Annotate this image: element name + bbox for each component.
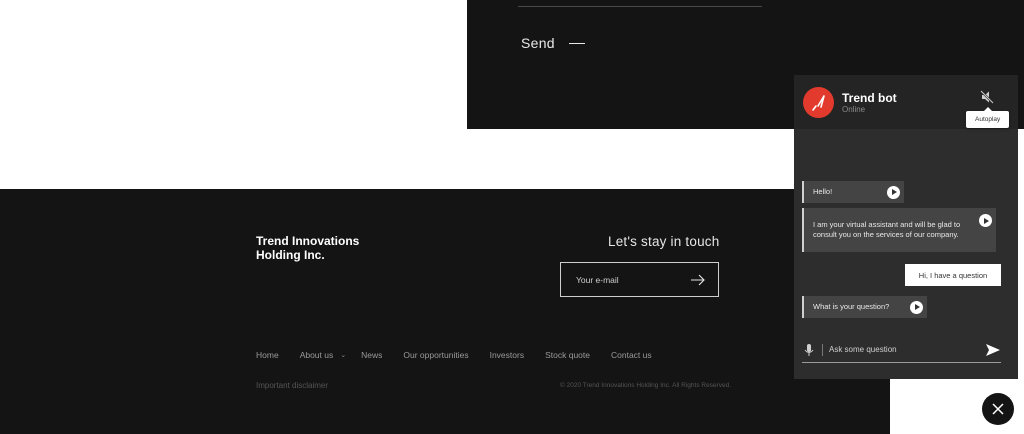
rocket-logo-icon — [811, 94, 825, 111]
bot-avatar — [803, 87, 834, 118]
email-field[interactable] — [576, 274, 676, 285]
chat-message-text: What is your question? — [813, 302, 890, 311]
footer-nav-label: Home — [256, 350, 279, 360]
chat-message-user: Hi, I have a question — [905, 264, 1001, 286]
close-icon — [992, 403, 1004, 415]
footer-nav-label: Contact us — [610, 350, 652, 360]
send-button[interactable]: Send — [521, 35, 585, 51]
footer-nav-label: News — [361, 350, 383, 360]
footer-nav-label: Investors — [489, 350, 525, 360]
autoplay-tooltip: Autoplay — [966, 107, 1010, 128]
chevron-down-icon: ⌄ — [340, 352, 347, 359]
footer-nav-label: Our opportunities — [403, 350, 469, 360]
footer-brand-logo[interactable]: Trend Innovations Holding Inc. — [256, 234, 396, 262]
mute-icon[interactable] — [979, 89, 995, 105]
newsletter-title: Let's stay in touch — [608, 234, 720, 249]
footer-nav-about[interactable]: About us ⌄ — [299, 350, 346, 360]
chat-message-bot: I am your virtual assistant and will be … — [802, 208, 996, 252]
chat-message-bot: Hello! — [802, 181, 904, 203]
chat-message-input[interactable] — [829, 345, 985, 354]
play-icon[interactable] — [910, 300, 923, 314]
copyright-text: © 2020 Trend Innovations Holding Inc. Al… — [560, 382, 731, 389]
chat-message-bot: What is your question? — [802, 296, 927, 318]
chat-message-text: Hello! — [813, 187, 833, 196]
footer-nav: Home About us ⌄ News Our opportunities In… — [256, 350, 673, 360]
microphone-icon[interactable] — [802, 343, 816, 357]
bot-status: Online — [842, 105, 866, 114]
footer-nav-contact[interactable]: Contact us — [611, 350, 652, 360]
newsletter-form — [560, 262, 719, 297]
chat-input-row — [802, 337, 1001, 363]
footer-nav-stock-quote[interactable]: Stock quote — [545, 350, 590, 360]
play-icon[interactable] — [887, 185, 900, 199]
footer-nav-news[interactable]: News — [361, 350, 382, 360]
close-chat-button[interactable] — [982, 393, 1014, 425]
send-icon[interactable] — [985, 343, 1001, 357]
dash-icon — [568, 42, 585, 44]
chat-message-text: I am your virtual assistant and will be … — [813, 220, 961, 239]
page: Send Trend Innovations Holding Inc. Let'… — [0, 0, 1024, 434]
input-separator — [822, 343, 823, 356]
footer-nav-label: Stock quote — [545, 350, 590, 360]
hero-faded-background — [0, 0, 466, 128]
bot-name: Trend bot — [842, 91, 897, 105]
footer-nav-home[interactable]: Home — [256, 350, 279, 360]
footer: Trend Innovations Holding Inc. Let's sta… — [0, 189, 890, 434]
play-icon[interactable] — [979, 214, 992, 227]
footer-nav-opportunities[interactable]: Our opportunities — [403, 350, 468, 360]
footer-nav-label: About us — [299, 350, 334, 360]
send-button-label: Send — [521, 35, 555, 51]
arrow-right-icon[interactable] — [691, 274, 705, 286]
chat-widget: Trend bot Online Autoplay Hello! I am yo… — [794, 75, 1018, 379]
form-field-underline — [518, 6, 762, 7]
footer-nav-investors[interactable]: Investors — [490, 350, 525, 360]
disclaimer-link[interactable]: Important disclaimer — [256, 381, 328, 390]
